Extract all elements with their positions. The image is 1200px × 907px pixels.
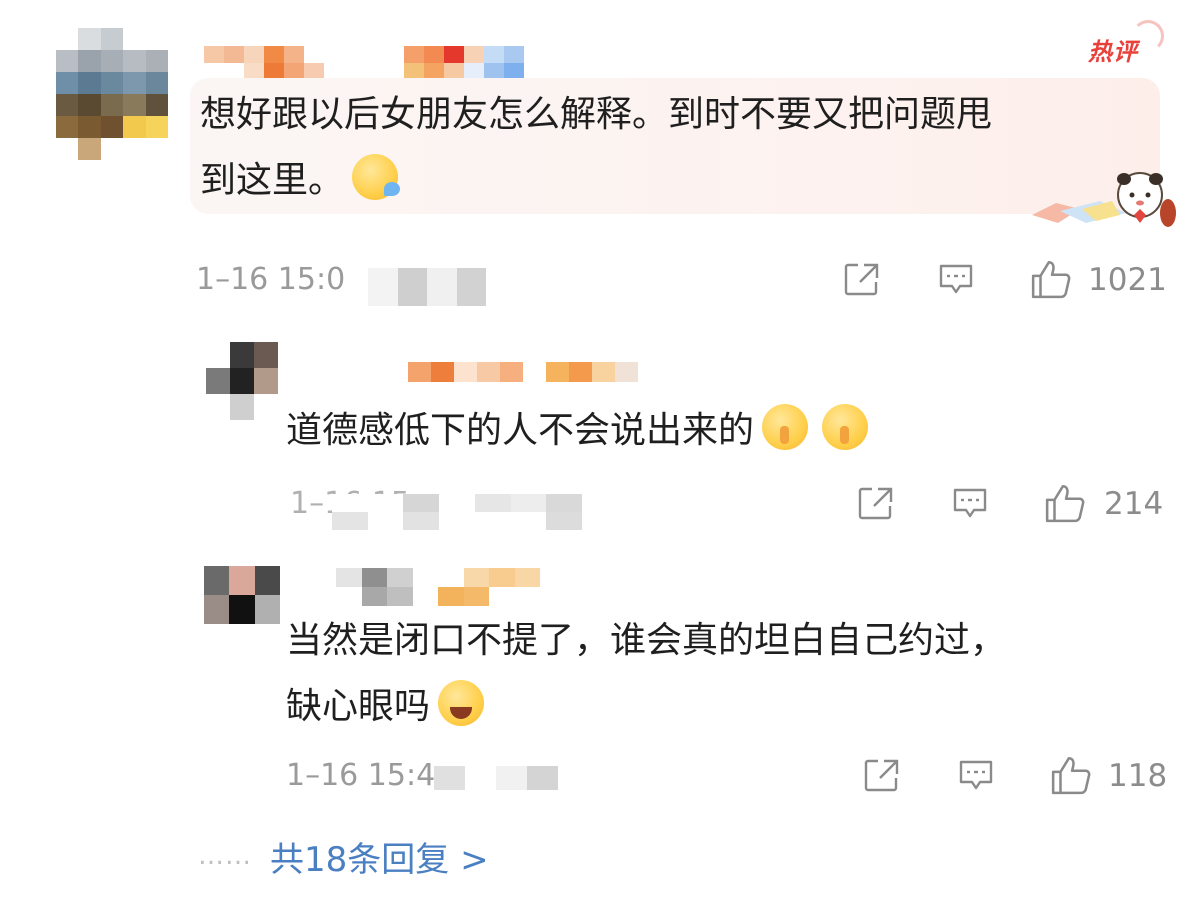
- reply-timestamp: 1–16 15:4: [286, 758, 436, 793]
- comment-icon[interactable]: [958, 758, 994, 792]
- source-blurred: [332, 494, 582, 530]
- avatar[interactable]: [56, 28, 168, 160]
- share-icon[interactable]: [864, 758, 900, 792]
- like-icon[interactable]: [1044, 482, 1086, 524]
- more-replies[interactable]: …… 共18条回复 >: [198, 836, 489, 880]
- comment-line: 到这里。: [200, 160, 345, 201]
- comment-text: 想好跟以后女朋友怎么解释。到时不要又把问题甩 到这里。: [200, 82, 1160, 214]
- reply-text: 当然是闭口不提了，谁会真的坦白自己约过， 缺心眼吗: [286, 608, 1006, 740]
- comment-line: 想好跟以后女朋友怎么解释。到时不要又把问题甩: [200, 94, 993, 135]
- username-blurred[interactable]: [204, 46, 524, 80]
- laughing-tears-emoji: [438, 680, 485, 726]
- source-blurred: [434, 766, 558, 790]
- like-count: 214: [1104, 486, 1164, 522]
- comment-icon[interactable]: [952, 486, 988, 520]
- reply-text: 道德感低下的人不会说出来的: [286, 398, 869, 464]
- share-icon[interactable]: [858, 486, 894, 520]
- shushing-face-emoji: [762, 404, 809, 450]
- username-blurred[interactable]: [408, 362, 638, 382]
- comment-icon[interactable]: [938, 262, 974, 296]
- sleepy-face-emoji: [352, 154, 401, 200]
- divider-dots: ……: [198, 841, 252, 871]
- hot-comment-badge: 热评: [1088, 20, 1164, 67]
- like-icon[interactable]: [1030, 258, 1072, 300]
- shushing-face-emoji: [822, 404, 869, 450]
- username-blurred[interactable]: [336, 568, 540, 606]
- avatar[interactable]: [206, 342, 278, 420]
- avatar[interactable]: [204, 566, 280, 624]
- like-icon[interactable]: [1050, 754, 1092, 796]
- comment-timestamp: 1–16 15:0: [196, 262, 346, 297]
- reply-line: 当然是闭口不提了，谁会真的坦白自己约过，: [286, 620, 1007, 661]
- panda-sticker-icon: [1032, 172, 1176, 227]
- view-all-replies-link[interactable]: 共18条回复 >: [270, 832, 489, 881]
- like-count: 1021: [1088, 262, 1167, 298]
- reply-line: 缺心眼吗: [286, 686, 431, 727]
- share-icon[interactable]: [844, 262, 880, 296]
- like-count: 118: [1108, 758, 1168, 794]
- source-blurred: [368, 268, 486, 306]
